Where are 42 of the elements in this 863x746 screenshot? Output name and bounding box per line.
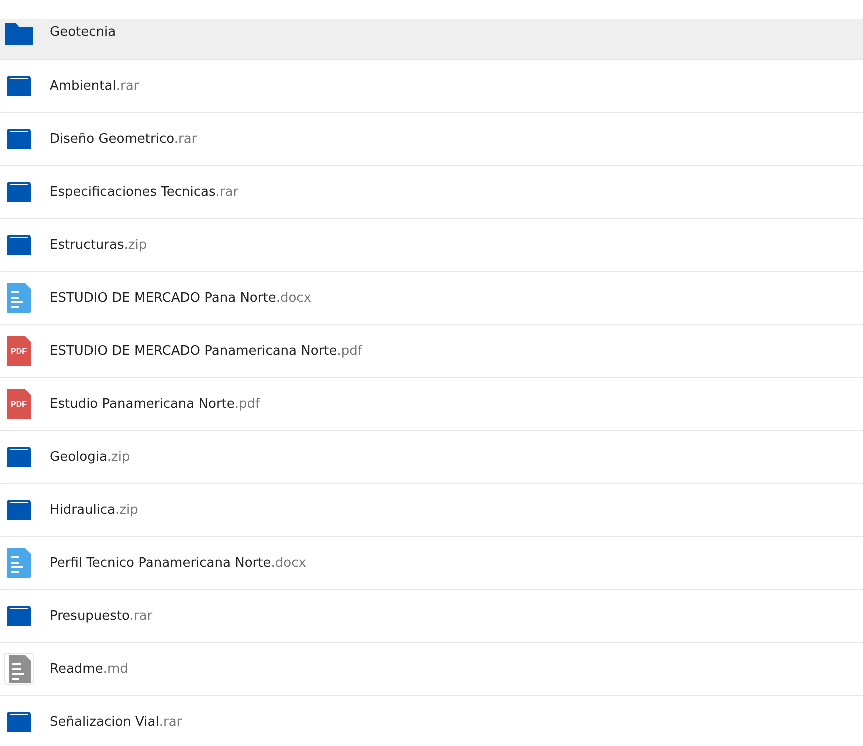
- archive-icon: [7, 447, 31, 467]
- file-name[interactable]: Readme: [50, 662, 104, 676]
- file-name[interactable]: Diseño Geometrico: [50, 132, 174, 146]
- file-name[interactable]: Especificaciones Tecnicas: [50, 184, 216, 200]
- file-extension: .rar: [216, 184, 239, 200]
- file-extension: .rar: [174, 132, 198, 146]
- archive-icon: [7, 500, 31, 520]
- archive-icon: [7, 182, 31, 202]
- file-extension: .pdf: [234, 396, 260, 412]
- file-extension: .rar: [130, 608, 153, 624]
- file-name[interactable]: ESTUDIO DE MERCADO Panamericana Norte: [50, 344, 338, 358]
- file-extension: .docx: [271, 556, 306, 570]
- pdf-icon: PDF: [7, 336, 31, 366]
- file-row[interactable]: Geotecnia: [0, 19, 863, 60]
- file-name[interactable]: Ambiental: [50, 78, 116, 94]
- text-file-icon: [4, 653, 34, 685]
- document-icon: [7, 283, 31, 313]
- file-name[interactable]: Hidraulica: [50, 502, 116, 518]
- file-name[interactable]: Estudio Panamericana Norte: [50, 396, 235, 412]
- file-extension: .rar: [159, 714, 182, 730]
- file-extension: .pdf: [337, 344, 362, 358]
- archive-icon: [7, 712, 31, 732]
- file-extension: .docx: [276, 290, 312, 306]
- archive-icon: [7, 606, 31, 626]
- file-extension: .zip: [124, 238, 148, 252]
- file-name[interactable]: Estructuras: [50, 238, 124, 252]
- archive-icon: [7, 76, 31, 96]
- file-extension: .zip: [116, 502, 138, 518]
- file-name[interactable]: Geotecnia: [50, 25, 116, 40]
- archive-icon: [7, 235, 31, 255]
- folder-icon: [5, 23, 33, 45]
- file-name[interactable]: Perfil Tecnico Panamericana Norte: [50, 556, 272, 570]
- file-name[interactable]: Señalizacion Vial: [50, 714, 160, 730]
- document-icon: [7, 548, 31, 578]
- pdf-icon: PDF: [7, 389, 31, 419]
- archive-icon: [7, 129, 31, 149]
- file-extension: .zip: [107, 450, 130, 464]
- file-extension: .md: [103, 662, 128, 676]
- file-extension: .rar: [116, 78, 140, 94]
- file-name[interactable]: Presupuesto: [50, 608, 130, 624]
- file-name[interactable]: ESTUDIO DE MERCADO Pana Norte: [50, 290, 276, 306]
- file-name[interactable]: Geologia: [50, 450, 108, 464]
